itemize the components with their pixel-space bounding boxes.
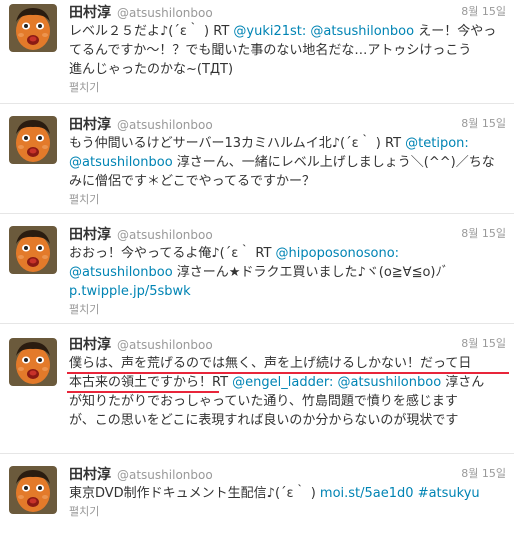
tweet-line: もう仲間いるけどサーバー13カミハルムイ北♪(´ε｀ ) RT @tetipon…	[69, 134, 506, 153]
author-name[interactable]: 田村淳	[69, 467, 111, 483]
tweet-content: 田村淳 @atsushilonboo 8월 15일 僕らは、声を荒げるのでは無く、…	[69, 334, 506, 430]
tweet-meta: 田村淳 @atsushilonboo 8월 15일	[69, 2, 506, 22]
avatar[interactable]	[9, 338, 57, 386]
avatar[interactable]	[9, 226, 57, 274]
hashtag-link[interactable]: #atsukyu	[418, 486, 480, 501]
mention-link[interactable]: @yuki21st:	[233, 24, 306, 39]
author-handle[interactable]: @atsushilonboo	[117, 468, 213, 482]
tweet-feed: 田村淳 @atsushilonboo 8월 15일 レベル２５だよ♪(´ε｀ ) …	[0, 0, 516, 538]
tweet-text: 東京DVD制作ドキュメント生配信♪(´ε｀ ) moi.st/5ae1d0 #a…	[69, 484, 506, 503]
tweet-date[interactable]: 8월 15일	[461, 334, 506, 354]
tweet-date[interactable]: 8월 15일	[461, 224, 506, 244]
tweet-date[interactable]: 8월 15일	[461, 464, 506, 484]
tweet-item: 田村淳 @atsushilonboo 8월 15일 東京DVD制作ドキュメント生配…	[0, 454, 514, 538]
text-segment: 本古来の領土ですから！RT	[69, 375, 233, 390]
author-name[interactable]: 田村淳	[69, 5, 111, 21]
tweet-line: が知りたがりでおっしゃっていた通り、竹島問題で憤りを感じます	[69, 394, 458, 409]
text-segment: 東京DVD制作ドキュメント生配信♪(´ε｀ )	[69, 486, 320, 501]
mention-link[interactable]: @atsushilonboo	[310, 24, 414, 39]
tweet-date[interactable]: 8월 15일	[461, 2, 506, 22]
tweet-content: 田村淳 @atsushilonboo 8월 15일 レベル２５だよ♪(´ε｀ ) …	[69, 2, 506, 95]
avatar-image	[9, 4, 57, 52]
tweet-line: てるんですか～！？でも聞いた事のない地名だな…アトゥシけっこう	[69, 43, 472, 58]
text-segment: おおっ！今やってるよ俺♪(´ε｀ RT	[69, 246, 276, 261]
text-segment: えー！今やっ	[414, 24, 497, 39]
tweet-meta: 田村淳 @atsushilonboo 8월 15일	[69, 224, 506, 244]
tweet-item: 田村淳 @atsushilonboo 8월 15일 もう仲間いるけどサーバー13カ…	[0, 104, 514, 214]
text-segment: 淳さん	[441, 375, 485, 390]
mention-link[interactable]: @atsushilonboo	[69, 155, 173, 170]
author-name[interactable]: 田村淳	[69, 117, 111, 133]
author-handle[interactable]: @atsushilonboo	[117, 118, 213, 132]
avatar-image	[9, 226, 57, 274]
tweet-content: 田村淳 @atsushilonboo 8월 15일 東京DVD制作ドキュメント生配…	[69, 464, 506, 519]
tweet-item: 田村淳 @atsushilonboo 8월 15일 僕らは、声を荒げるのでは無く、…	[0, 324, 514, 454]
tweet-item: 田村淳 @atsushilonboo 8월 15일 おおっ！今やってるよ俺♪(´ε…	[0, 214, 514, 324]
tweet-line: 本古来の領土ですから！RT @engel_ladder: @atsushilon…	[69, 373, 506, 392]
author-name[interactable]: 田村淳	[69, 227, 111, 243]
url-link[interactable]: p.twipple.jp/5sbwk	[69, 284, 191, 299]
author-handle[interactable]: @atsushilonboo	[117, 6, 213, 20]
avatar[interactable]	[9, 466, 57, 514]
tweet-content: 田村淳 @atsushilonboo 8월 15일 おおっ！今やってるよ俺♪(´ε…	[69, 224, 506, 317]
tweet-content: 田村淳 @atsushilonboo 8월 15일 もう仲間いるけどサーバー13カ…	[69, 114, 506, 207]
tweet-line: みに僧侶です＊どこでやってるですかー？	[69, 174, 315, 189]
tweet-line: 東京DVD制作ドキュメント生配信♪(´ε｀ ) moi.st/5ae1d0 #a…	[69, 484, 506, 503]
avatar[interactable]	[9, 116, 57, 164]
mention-link[interactable]: @atsushilonboo	[338, 375, 442, 390]
tweet-text: もう仲間いるけどサーバー13カミハルムイ北♪(´ε｀ ) RT @tetipon…	[69, 134, 506, 191]
tweet-item: 田村淳 @atsushilonboo 8월 15일 レベル２５だよ♪(´ε｀ ) …	[0, 0, 514, 104]
tweet-meta: 田村淳 @atsushilonboo 8월 15일	[69, 334, 506, 354]
url-link[interactable]: moi.st/5ae1d0	[320, 486, 414, 501]
tweet-text: レベル２５だよ♪(´ε｀ ) RT @yuki21st: @atsushilon…	[69, 22, 506, 79]
tweet-meta: 田村淳 @atsushilonboo 8월 15일	[69, 114, 506, 134]
avatar[interactable]	[9, 4, 57, 52]
mention-link[interactable]: @hipoposonosono:	[276, 246, 399, 261]
tweet-line: 進んじゃったのかな~(TДT)	[69, 62, 234, 77]
tweet-line: おおっ！今やってるよ俺♪(´ε｀ RT @hipoposonosono:	[69, 244, 506, 263]
tweet-line: 僕らは、声を荒げるのでは無く、声を上げ続けるしかない！だって日	[69, 356, 472, 371]
mention-link[interactable]: @engel_ladder:	[232, 375, 333, 390]
tweet-line: レベル２５だよ♪(´ε｀ ) RT @yuki21st: @atsushilon…	[69, 22, 506, 41]
expand-link[interactable]: 펼치기	[69, 81, 506, 95]
tweet-line: p.twipple.jp/5sbwk	[69, 282, 506, 301]
tweet-meta: 田村淳 @atsushilonboo 8월 15일	[69, 464, 506, 484]
text-segment: レベル２５だよ♪(´ε｀ ) RT	[69, 24, 234, 39]
tweet-line: @atsushilonboo 淳さーん、一緒にレベル上げしましょう＼(^^)／ち…	[69, 153, 506, 172]
expand-link[interactable]: 펼치기	[69, 193, 506, 207]
highlight-underline	[67, 391, 219, 393]
text-segment: もう仲間いるけどサーバー13カミハルムイ北♪(´ε｀ ) RT	[69, 136, 406, 151]
text-segment: 淳さーん、一緒にレベル上げしましょう＼(^^)／ちな	[172, 155, 495, 170]
mention-link[interactable]: @tetipon:	[405, 136, 469, 151]
avatar-image	[9, 466, 57, 514]
expand-link[interactable]: 펼치기	[69, 505, 506, 519]
tweet-line: @atsushilonboo 淳さーん★ドラクエ買いました♪ヾ(o≧∀≦o)ﾉﾞ	[69, 263, 506, 282]
tweet-text: おおっ！今やってるよ俺♪(´ε｀ RT @hipoposonosono: @at…	[69, 244, 506, 301]
tweet-date[interactable]: 8월 15일	[461, 114, 506, 134]
mention-link[interactable]: @atsushilonboo	[69, 265, 173, 280]
avatar-image	[9, 116, 57, 164]
highlight-underline	[67, 372, 509, 374]
expand-link[interactable]: 펼치기	[69, 303, 506, 317]
text-segment: 淳さーん★ドラクエ買いました♪ヾ(o≧∀≦o)ﾉﾞ	[172, 265, 449, 280]
author-name[interactable]: 田村淳	[69, 337, 111, 353]
author-handle[interactable]: @atsushilonboo	[117, 228, 213, 242]
tweet-line: が、この思いをどこに表現すれば良いのか分からないのが現状です	[69, 413, 459, 428]
author-handle[interactable]: @atsushilonboo	[117, 338, 213, 352]
avatar-image	[9, 338, 57, 386]
